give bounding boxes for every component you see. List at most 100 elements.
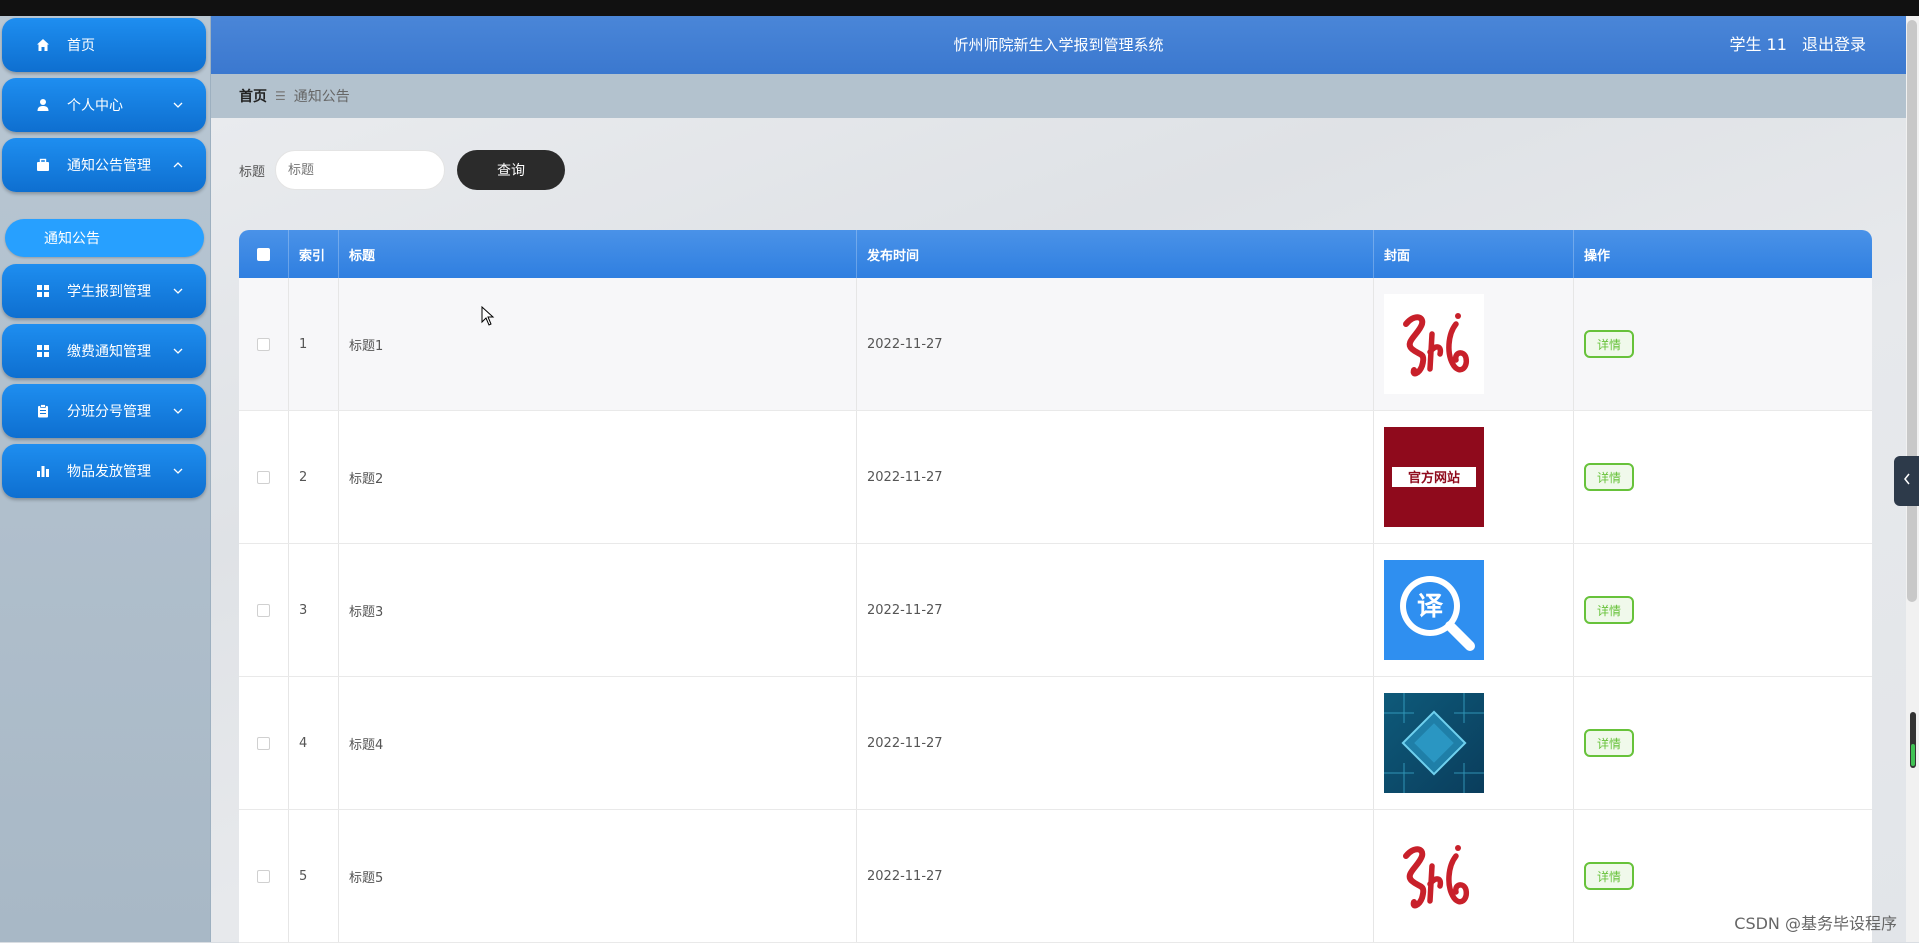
sidebar-item-class-assignment[interactable]: 分班分号管理 xyxy=(2,384,206,438)
logout-link[interactable]: 退出登录 xyxy=(1802,35,1866,54)
chevron-down-icon xyxy=(172,465,184,477)
row-index: 3 xyxy=(289,544,339,676)
row-date: 2022-11-27 xyxy=(857,278,1374,410)
row-date: 2022-11-27 xyxy=(857,544,1374,676)
row-select-cell xyxy=(239,544,289,676)
row-action-cell: 详情 xyxy=(1574,544,1872,676)
row-select-cell xyxy=(239,810,289,942)
cover-text-translate: 译 xyxy=(1417,592,1444,622)
grid-icon xyxy=(35,283,51,299)
sidebar-item-label: 缴费通知管理 xyxy=(67,344,151,360)
table-row: 5 标题5 2022-11-27 详情 xyxy=(239,810,1872,943)
chevron-down-icon xyxy=(172,285,184,297)
column-header-cover: 封面 xyxy=(1374,230,1574,278)
row-cover-cell xyxy=(1374,810,1574,942)
detail-button[interactable]: 详情 xyxy=(1584,729,1634,757)
breadcrumb-current: 通知公告 xyxy=(293,89,350,105)
chevron-down-icon xyxy=(172,405,184,417)
row-index: 1 xyxy=(289,278,339,410)
detail-button[interactable]: 详情 xyxy=(1584,463,1634,491)
select-all-cell xyxy=(239,230,289,278)
column-header-index: 索引 xyxy=(289,230,339,278)
chevron-up-icon xyxy=(172,159,184,171)
table-row: 3 标题3 2022-11-27 译 详情 xyxy=(239,544,1872,677)
search-bar: 标题 查询 xyxy=(239,150,566,190)
home-icon xyxy=(35,37,51,53)
grid-icon xyxy=(35,343,51,359)
bar-chart-icon xyxy=(35,463,51,479)
row-cover-cell: 译 xyxy=(1374,544,1574,676)
sidebar-item-home[interactable]: 首页 xyxy=(2,18,206,72)
query-button[interactable]: 查询 xyxy=(457,150,566,190)
sidebar-item-label: 物品发放管理 xyxy=(67,464,151,480)
sidebar-item-personal-center[interactable]: 个人中心 xyxy=(2,78,206,132)
row-select-cell xyxy=(239,411,289,543)
row-checkbox[interactable] xyxy=(257,337,270,351)
row-checkbox[interactable] xyxy=(257,470,270,484)
cover-image-script-logo xyxy=(1384,826,1484,926)
cover-image-official-site: 官方网站 xyxy=(1384,427,1484,527)
briefcase-icon xyxy=(35,157,51,173)
detail-button[interactable]: 详情 xyxy=(1584,862,1634,890)
row-checkbox[interactable] xyxy=(257,736,270,750)
column-header-action: 操作 xyxy=(1584,248,1611,264)
row-select-cell xyxy=(239,278,289,410)
clipboard-icon xyxy=(35,403,51,419)
row-title: 标题5 xyxy=(339,810,857,942)
table-row: 1 标题1 2022-11-27 详情 xyxy=(239,278,1872,411)
column-header-date: 发布时间 xyxy=(857,230,1374,278)
detail-button[interactable]: 详情 xyxy=(1584,330,1634,358)
chevron-down-icon xyxy=(172,345,184,357)
row-action-cell: 详情 xyxy=(1574,411,1872,543)
row-index: 2 xyxy=(289,411,339,543)
cover-image-circuit-chip xyxy=(1384,693,1484,793)
scroll-position-indicator xyxy=(1910,712,1916,768)
page-scrollbar-thumb[interactable] xyxy=(1907,20,1917,602)
breadcrumb-separator-icon: ☰ xyxy=(275,89,286,103)
row-cover-cell xyxy=(1374,278,1574,410)
watermark: CSDN @基务毕设程序 xyxy=(1734,914,1897,933)
main-content: 标题 查询 索引 标题 发布时间 封面 操作 1 标题1 2022-11-27 xyxy=(211,118,1906,943)
title-search-input[interactable] xyxy=(275,150,446,190)
sidebar-item-label: 通知公告管理 xyxy=(67,158,151,174)
sidebar-item-label: 分班分号管理 xyxy=(67,404,151,420)
sidebar-item-label: 个人中心 xyxy=(67,98,123,114)
row-index: 5 xyxy=(289,810,339,942)
row-checkbox[interactable] xyxy=(257,869,270,883)
cover-image-translate-icon: 译 xyxy=(1384,560,1484,660)
row-cover-cell: 官方网站 xyxy=(1374,411,1574,543)
sidebar-subitem-label: 通知公告 xyxy=(44,231,100,247)
breadcrumb-home[interactable]: 首页 xyxy=(239,86,267,106)
table-row: 4 标题4 2022-11-27 详情 xyxy=(239,677,1872,810)
sidebar-item-label: 首页 xyxy=(67,38,95,54)
sidebar-item-fee-notice[interactable]: 缴费通知管理 xyxy=(2,324,206,378)
chevron-left-icon xyxy=(1903,473,1911,489)
user-icon xyxy=(35,97,51,113)
table-row: 2 标题2 2022-11-27 官方网站 详情 xyxy=(239,411,1872,544)
side-panel-toggle[interactable] xyxy=(1894,456,1919,506)
row-date: 2022-11-27 xyxy=(857,677,1374,809)
breadcrumb: 首页 ☰ 通知公告 xyxy=(211,74,1906,118)
sidebar-item-item-distribution[interactable]: 物品发放管理 xyxy=(2,444,206,498)
sidebar-item-student-registration[interactable]: 学生报到管理 xyxy=(2,264,206,318)
row-date: 2022-11-27 xyxy=(857,810,1374,942)
row-index: 4 xyxy=(289,677,339,809)
row-title: 标题1 xyxy=(339,278,857,410)
select-all-checkbox[interactable] xyxy=(257,247,270,261)
sidebar-subitem-notice[interactable]: 通知公告 xyxy=(5,219,204,257)
user-area: 学生 11 退出登录 xyxy=(1719,16,1866,74)
mouse-cursor-icon xyxy=(481,305,495,330)
row-title: 标题4 xyxy=(339,677,857,809)
window-top-strip xyxy=(0,0,1919,16)
current-user-label: 学生 11 xyxy=(1729,35,1787,54)
row-title: 标题2 xyxy=(339,411,857,543)
cover-text-official-site: 官方网站 xyxy=(1408,470,1460,486)
app-title: 忻州师院新生入学报到管理系统 xyxy=(953,36,1164,54)
row-action-cell: 详情 xyxy=(1574,278,1872,410)
sidebar-item-notice-management[interactable]: 通知公告管理 xyxy=(2,138,206,192)
row-date: 2022-11-27 xyxy=(857,411,1374,543)
chevron-down-icon xyxy=(172,99,184,111)
row-checkbox[interactable] xyxy=(257,603,270,617)
top-header: 忻州师院新生入学报到管理系统 学生 11 退出登录 xyxy=(211,16,1906,74)
detail-button[interactable]: 详情 xyxy=(1584,596,1634,624)
